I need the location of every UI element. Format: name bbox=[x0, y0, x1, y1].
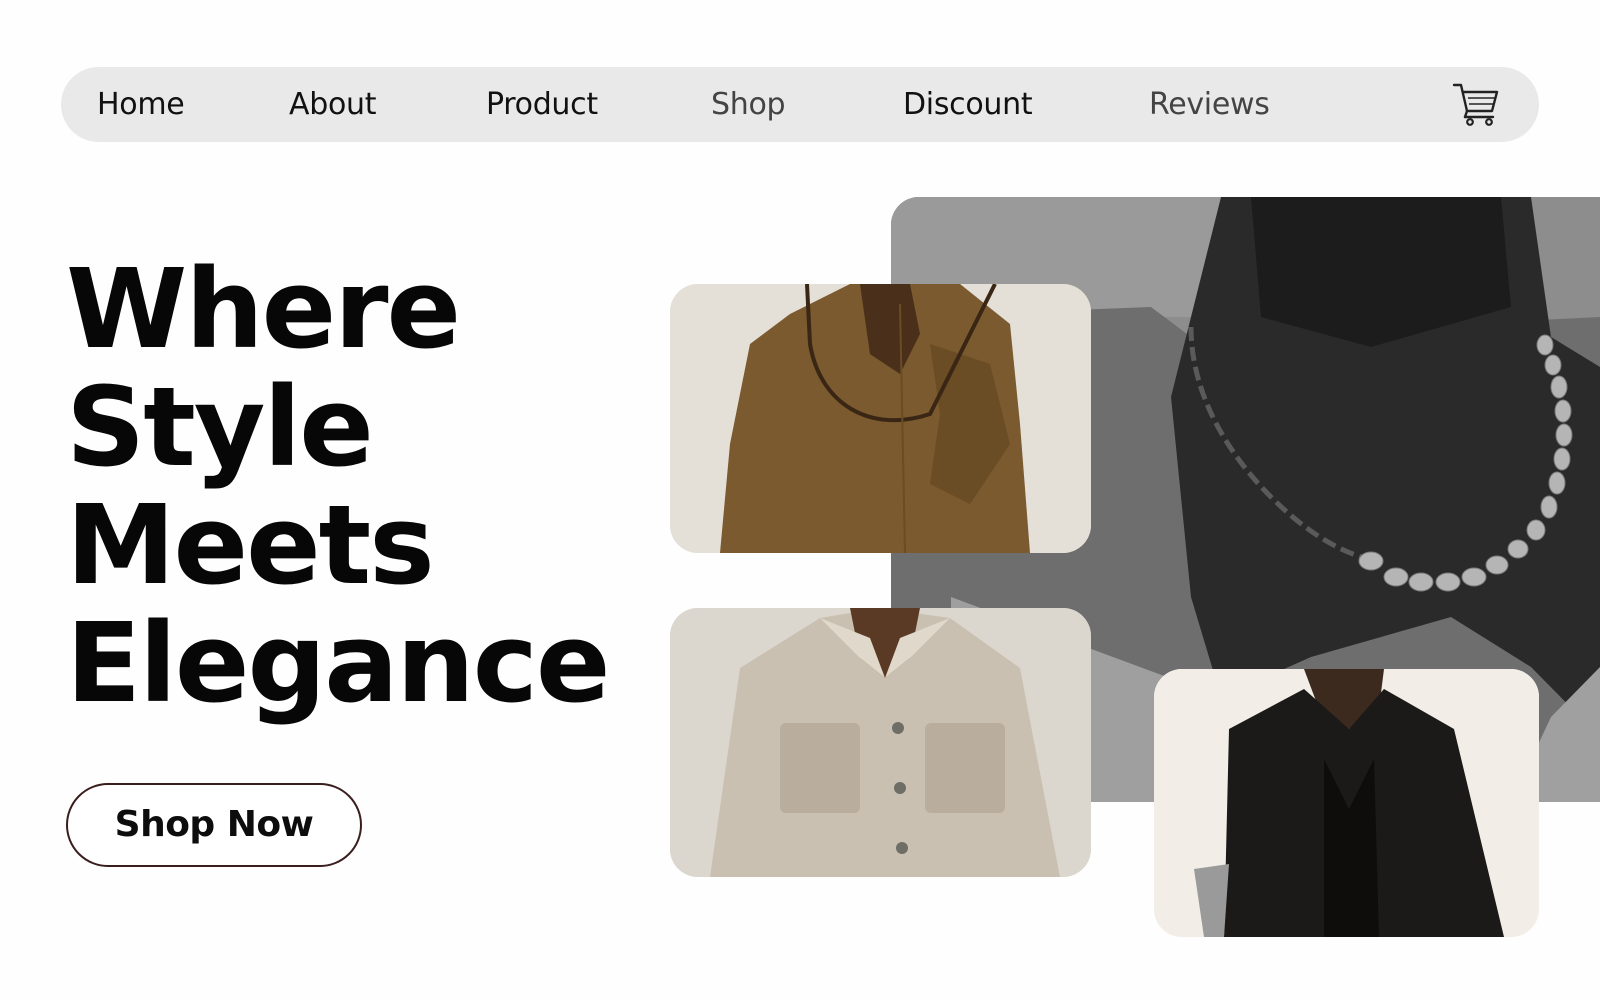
hero-heading-line-3: Meets bbox=[66, 481, 435, 609]
top-navigation: Home About Product Shop Discount Reviews bbox=[61, 67, 1539, 142]
nav-reviews[interactable]: Reviews bbox=[1149, 87, 1270, 123]
nav-product[interactable]: Product bbox=[486, 87, 598, 123]
nav-shop[interactable]: Shop bbox=[711, 87, 786, 123]
hero-heading-line-4: Elegance bbox=[66, 599, 611, 727]
black-blazer-photo bbox=[1154, 669, 1539, 937]
shopping-cart-icon[interactable] bbox=[1452, 81, 1500, 127]
nav-discount[interactable]: Discount bbox=[903, 87, 1033, 123]
shop-now-button[interactable]: Shop Now bbox=[66, 783, 362, 867]
nav-about[interactable]: About bbox=[289, 87, 377, 123]
hero-heading: Where Style Meets Elegance bbox=[66, 245, 611, 727]
nav-home[interactable]: Home bbox=[97, 87, 185, 123]
hero-heading-line-1: Where bbox=[66, 245, 461, 373]
landing-page: Home About Product Shop Discount Reviews… bbox=[0, 0, 1600, 1000]
beige-shirt-photo bbox=[670, 608, 1091, 877]
brown-shirt-photo bbox=[670, 284, 1091, 553]
hero-heading-line-2: Style bbox=[66, 363, 374, 491]
